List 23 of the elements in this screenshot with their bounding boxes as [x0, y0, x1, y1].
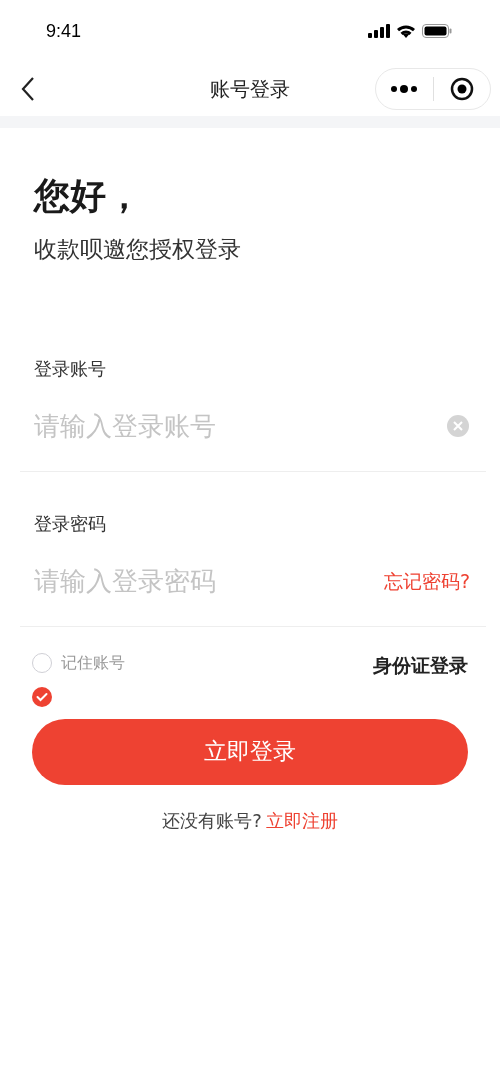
field-label: 登录账号: [33, 356, 107, 381]
login-button[interactable]: 立即登录: [32, 718, 468, 785]
page-title: 账号登录: [210, 76, 290, 103]
status-time: 9:41: [46, 19, 82, 43]
battery-icon: [422, 24, 452, 38]
more-icon[interactable]: [391, 85, 418, 93]
forgot-password-link[interactable]: 忘记密码?: [383, 566, 470, 596]
checkbox[interactable]: [32, 652, 52, 673]
id-card-login-link[interactable]: 身份证登录: [373, 650, 468, 679]
greeting-subtitle: 收款呗邀您授权登录: [34, 235, 242, 264]
close-app-icon[interactable]: [449, 77, 474, 101]
input-field[interactable]: 请输入登录密码: [34, 561, 384, 601]
back-icon[interactable]: [20, 76, 36, 102]
greeting-title: 您好，: [34, 174, 143, 218]
register-prompt: 还没有账号?: [162, 808, 262, 833]
checked-checkbox[interactable]: [32, 686, 52, 707]
field-label: 登录密码: [33, 511, 107, 536]
input-field[interactable]: 请输入登录账号: [34, 406, 446, 446]
signal-icon: [368, 24, 390, 38]
register-link[interactable]: 立即注册: [265, 806, 338, 834]
checkmark-icon: [36, 691, 48, 702]
remember-label: 记住账号: [61, 651, 125, 674]
wifi-icon: [396, 24, 416, 38]
